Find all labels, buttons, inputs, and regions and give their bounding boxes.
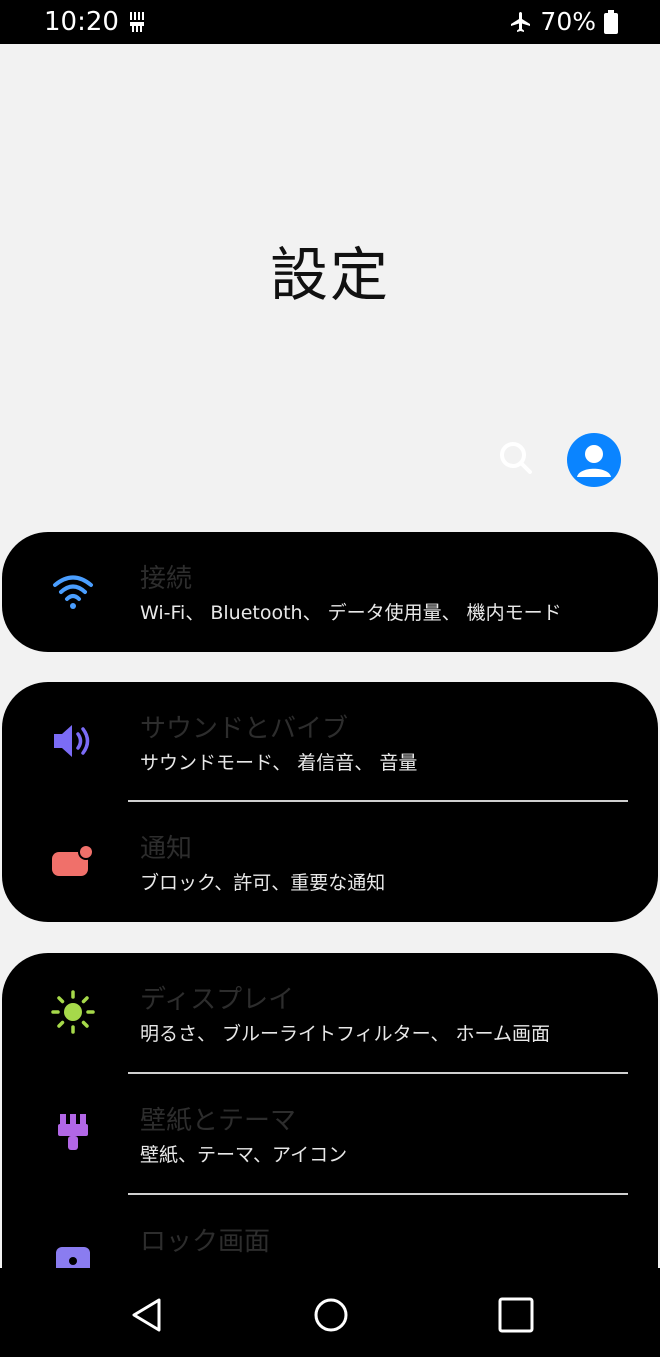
settings-item-label: 壁紙とテーマ bbox=[140, 1106, 297, 1136]
navigation-bar bbox=[0, 1268, 660, 1357]
settings-item-subtitle: サウンドモード、 着信音、 音量 bbox=[140, 752, 418, 774]
settings-item-display[interactable]: ディスプレイ 明るさ、 ブルーライトフィルター、 ホーム画面 bbox=[2, 953, 658, 1073]
airplane-icon bbox=[511, 12, 531, 32]
recents-icon[interactable] bbox=[493, 1292, 539, 1338]
search-button[interactable] bbox=[496, 438, 536, 478]
status-right: 70% bbox=[508, 6, 618, 38]
paintbrush-icon bbox=[58, 1114, 88, 1150]
settings-item-wallpaper-themes[interactable]: 壁紙とテーマ 壁紙、テーマ、アイコン bbox=[2, 1074, 658, 1194]
battery-icon bbox=[604, 10, 618, 34]
settings-item-subtitle: 壁紙、テーマ、アイコン bbox=[140, 1144, 348, 1166]
settings-item-connections[interactable]: 接続 Wi-Fi、 Bluetooth、 データ使用量、 機内モード bbox=[2, 532, 658, 652]
search-icon bbox=[500, 442, 532, 474]
settings-item-subtitle: ブロック、許可、重要な通知 bbox=[140, 872, 386, 894]
settings-group-connections: 接続 Wi-Fi、 Bluetooth、 データ使用量、 機内モード bbox=[2, 532, 658, 652]
home-icon[interactable] bbox=[308, 1292, 354, 1338]
settings-item-label: 通知 bbox=[140, 834, 193, 864]
settings-item-sound[interactable]: サウンドとバイブ サウンドモード、 着信音、 音量 bbox=[2, 682, 658, 802]
status-bar: 10:20 70% bbox=[0, 0, 660, 44]
usb-icon bbox=[130, 12, 144, 32]
settings-group-display: ディスプレイ 明るさ、 ブルーライトフィルター、 ホーム画面 壁紙とテーマ 壁紙… bbox=[2, 953, 658, 1313]
wifi-icon bbox=[53, 575, 93, 609]
settings-group-sound: サウンドとバイブ サウンドモード、 着信音、 音量 通知 ブロック、許可、重要な… bbox=[2, 682, 658, 922]
account-button[interactable] bbox=[567, 433, 621, 487]
settings-item-subtitle: Wi-Fi、 Bluetooth、 データ使用量、 機内モード bbox=[140, 602, 562, 624]
brightness-icon bbox=[51, 990, 95, 1034]
account-icon bbox=[577, 445, 611, 477]
notification-icon bbox=[52, 844, 94, 876]
settings-item-label: サウンドとバイブ bbox=[140, 714, 349, 744]
settings-item-label: 接続 bbox=[140, 564, 193, 594]
settings-item-notifications[interactable]: 通知 ブロック、許可、重要な通知 bbox=[2, 802, 658, 922]
back-icon[interactable] bbox=[124, 1292, 170, 1338]
settings-item-subtitle: 明るさ、 ブルーライトフィルター、 ホーム画面 bbox=[140, 1023, 550, 1045]
status-time: 10:20 bbox=[44, 7, 119, 37]
battery-percent: 70% bbox=[540, 7, 596, 36]
settings-item-label: ディスプレイ bbox=[140, 985, 295, 1015]
settings-item-label: ロック画面 bbox=[140, 1227, 271, 1257]
volume-icon bbox=[54, 725, 90, 757]
page-title: 設定 bbox=[269, 241, 390, 309]
